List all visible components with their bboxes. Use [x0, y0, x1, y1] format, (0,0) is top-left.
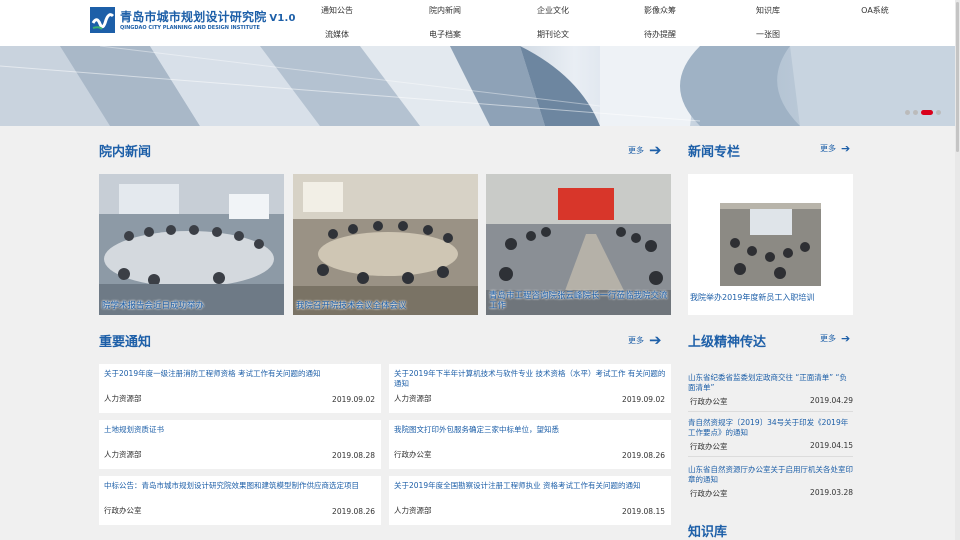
logo-subtitle: QINGDAO CITY PLANNING AND DESIGN INSTITU…: [120, 25, 260, 31]
news-section-title: 院内新闻: [99, 145, 152, 160]
news-photo: [99, 174, 284, 315]
spirit-item[interactable]: 山东省自然资源厅办公室关于启用厅机关各处室印章的通知 行政办公室 2019.03.…: [688, 465, 853, 500]
news-caption[interactable]: 我院召开院技术会议全体会议: [293, 299, 478, 315]
spirit-title[interactable]: 青自然资规字〔2019〕34号关于印发《2019年工作要点》的通知: [688, 418, 853, 438]
news-card[interactable]: 我院召开院技术会议全体会议: [293, 174, 478, 315]
spirit-date: 2019.03.28: [810, 488, 853, 498]
notice-date: 2019.08.26: [332, 507, 375, 516]
divider: [688, 411, 853, 413]
version-label: V1.0: [269, 13, 296, 24]
banner-dot-active[interactable]: [921, 110, 933, 115]
spirit-section-title: 上级精神传达: [688, 335, 767, 350]
divider: [688, 456, 853, 458]
scrollbar-thumb[interactable]: [956, 2, 959, 152]
more-label: 更多: [820, 144, 836, 153]
nav-item-journals[interactable]: 期刊论文: [537, 29, 569, 40]
more-label: 更多: [820, 334, 836, 343]
notice-title[interactable]: 关于2019年度全国勘察设计注册工程师执业 资格考试工作有关问题的通知: [394, 481, 666, 491]
spirit-dept: 行政办公室: [690, 397, 728, 407]
spirit-item[interactable]: 青自然资规字〔2019〕34号关于印发《2019年工作要点》的通知 行政办公室 2…: [688, 418, 853, 458]
page-scrollbar[interactable]: [955, 0, 960, 540]
notice-dept: 行政办公室: [104, 506, 142, 515]
banner-dot[interactable]: [936, 110, 941, 115]
top-header: 青岛市城市规划设计研究院 V1.0 QINGDAO CITY PLANNING A…: [0, 0, 960, 46]
news-caption[interactable]: 青岛市工程咨询院张云峰院长一行莅临我院交流工作: [486, 289, 671, 315]
news-more-link[interactable]: 更多 ➔: [628, 143, 662, 158]
notices-more-link[interactable]: 更多 ➔: [628, 333, 662, 348]
notice-item[interactable]: 关于2019年下半年计算机技术与软件专业 技术资格（水平）考试工作 有关问题的通…: [389, 364, 671, 413]
spirit-title[interactable]: 山东省自然资源厅办公室关于启用厅机关各处室印章的通知: [688, 465, 853, 485]
notice-dept: 人力资源部: [104, 450, 142, 459]
hero-banner[interactable]: [0, 46, 957, 126]
spirit-more-link[interactable]: 更多 ➔: [820, 333, 850, 344]
spirit-title[interactable]: 山东省纪委省监委划定政商交往 “正面清单” “负面清单”: [688, 373, 853, 393]
notice-date: 2019.08.26: [622, 451, 665, 460]
site-logo[interactable]: 青岛市城市规划设计研究院 V1.0 QINGDAO CITY PLANNING A…: [90, 7, 295, 39]
nav-item-culture[interactable]: 企业文化: [537, 5, 569, 16]
column-section-title: 新闻专栏: [688, 145, 741, 160]
notice-item[interactable]: 关于2019年度一级注册消防工程师资格 考试工作有关问题的通知 人力资源部 20…: [99, 364, 381, 413]
column-card[interactable]: 我院举办2019年度新员工入职培训: [688, 174, 853, 315]
news-card[interactable]: 院学术报告会近日成功举办: [99, 174, 284, 315]
arrow-right-icon: ➔: [649, 141, 662, 159]
arrow-right-icon: ➔: [841, 332, 851, 345]
news-caption[interactable]: 院学术报告会近日成功举办: [99, 299, 284, 315]
notice-title[interactable]: 关于2019年下半年计算机技术与软件专业 技术资格（水平）考试工作 有关问题的通…: [394, 369, 666, 389]
notice-item[interactable]: 中标公告：青岛市城市规划设计研究院效果图和建筑模型制作供应商选定项目 行政办公室…: [99, 476, 381, 525]
notice-title[interactable]: 我院图文打印外包服务确定三家中标单位，望知悉: [394, 425, 666, 435]
notice-dept: 行政办公室: [394, 450, 432, 459]
spirit-date: 2019.04.29: [810, 396, 853, 406]
nav-item-map[interactable]: 一张图: [756, 29, 780, 40]
notices-section-title: 重要通知: [99, 335, 152, 350]
nav-item-gallery[interactable]: 影像众筹: [644, 5, 676, 16]
notice-dept: 人力资源部: [104, 394, 142, 403]
nav-item-todo[interactable]: 待办提醒: [644, 29, 676, 40]
notice-date: 2019.08.15: [622, 507, 665, 516]
spirit-item[interactable]: 山东省纪委省监委划定政商交往 “正面清单” “负面清单” 行政办公室 2019.0…: [688, 373, 853, 413]
nav-item-streaming[interactable]: 流媒体: [325, 29, 349, 40]
nav-item-archives[interactable]: 电子档案: [429, 29, 461, 40]
column-photo: [720, 203, 821, 286]
notice-title[interactable]: 土地规划资质证书: [104, 425, 376, 435]
news-photo: [293, 174, 478, 315]
banner-dot[interactable]: [913, 110, 918, 115]
arrow-right-icon: ➔: [841, 142, 851, 155]
spirit-dept: 行政办公室: [690, 442, 728, 452]
notice-item[interactable]: 土地规划资质证书 人力资源部 2019.08.28: [99, 420, 381, 469]
nav-item-knowledge[interactable]: 知识库: [756, 5, 780, 16]
logo-title: 青岛市城市规划设计研究院: [120, 10, 267, 24]
notice-date: 2019.08.28: [332, 451, 375, 460]
knowledge-section-title: 知识库: [688, 525, 728, 540]
notice-title[interactable]: 中标公告：青岛市城市规划设计研究院效果图和建筑模型制作供应商选定项目: [104, 481, 376, 491]
notice-title[interactable]: 关于2019年度一级注册消防工程师资格 考试工作有关问题的通知: [104, 369, 376, 379]
spirit-date: 2019.04.15: [810, 441, 853, 451]
spirit-dept: 行政办公室: [690, 489, 728, 499]
logo-mark-icon: [90, 7, 115, 33]
notice-item[interactable]: 关于2019年度全国勘察设计注册工程师执业 资格考试工作有关问题的通知 人力资源…: [389, 476, 671, 525]
more-label: 更多: [628, 146, 644, 155]
more-label: 更多: [628, 336, 644, 345]
news-card[interactable]: 青岛市工程咨询院张云峰院长一行莅临我院交流工作: [486, 174, 671, 315]
notice-item[interactable]: 我院图文打印外包服务确定三家中标单位，望知悉 行政办公室 2019.08.26: [389, 420, 671, 469]
notice-date: 2019.09.02: [332, 395, 375, 404]
notice-dept: 人力资源部: [394, 394, 432, 403]
nav-item-oa[interactable]: OA系统: [861, 5, 889, 16]
banner-dot[interactable]: [905, 110, 910, 115]
nav-item-notices[interactable]: 通知公告: [321, 5, 353, 16]
arrow-right-icon: ➔: [649, 331, 662, 349]
notice-date: 2019.09.02: [622, 395, 665, 404]
nav-item-news[interactable]: 院内新闻: [429, 5, 461, 16]
column-more-link[interactable]: 更多 ➔: [820, 143, 850, 154]
banner-image: [0, 46, 957, 126]
notice-dept: 人力资源部: [394, 506, 432, 515]
column-caption[interactable]: 我院举办2019年度新员工入职培训: [690, 292, 814, 303]
